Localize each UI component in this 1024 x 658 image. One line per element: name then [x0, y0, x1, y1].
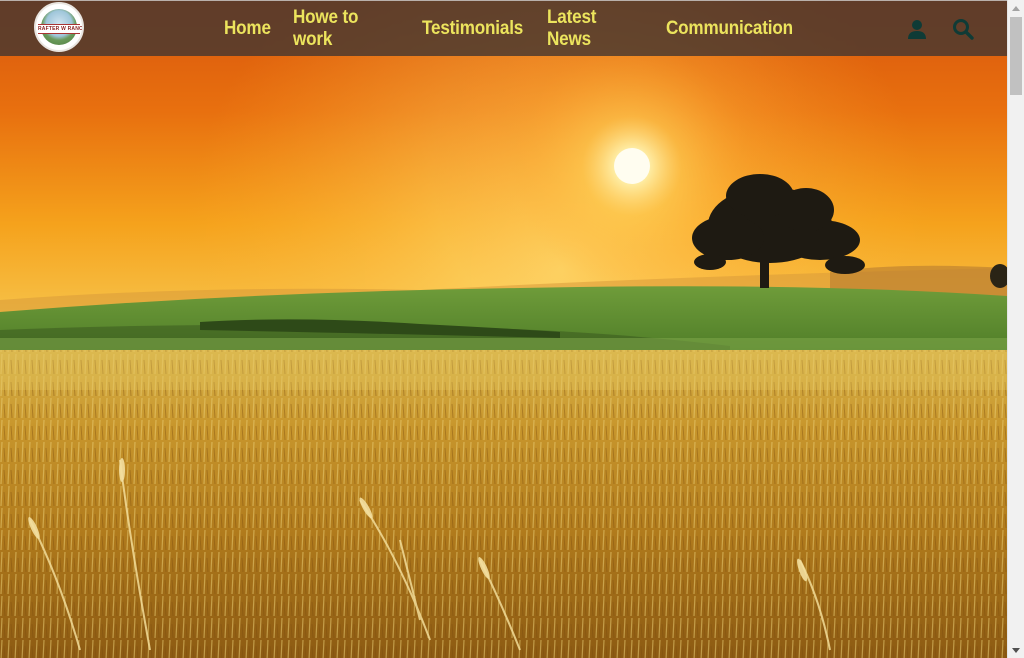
nav-link-home[interactable]: Home [224, 18, 271, 40]
search-icon[interactable] [952, 18, 974, 40]
hero-scene [0, 0, 1007, 658]
nav-link-communication[interactable]: Communication [666, 18, 793, 40]
top-navbar: RAFTER W RANCH Home Howe to work Testimo… [0, 0, 1007, 56]
hero-banner [0, 0, 1007, 658]
site-logo[interactable]: RAFTER W RANCH [34, 2, 84, 52]
logo-text: RAFTER W RANCH [38, 24, 84, 34]
user-icon[interactable] [906, 18, 928, 40]
vertical-scrollbar[interactable] [1007, 0, 1024, 658]
page-viewport: RAFTER W RANCH Home Howe to work Testimo… [0, 0, 1007, 658]
nav-link-testimonials[interactable]: Testimonials [422, 18, 523, 40]
nav-link-how-to-work[interactable]: Howe to work [293, 7, 392, 51]
main-menu: Home Howe to work Testimonials Latest Ne… [224, 1, 815, 57]
scroll-down-arrow-icon[interactable] [1008, 642, 1024, 658]
scrollbar-thumb[interactable] [1010, 17, 1022, 95]
nav-link-latest-news[interactable]: Latest News [547, 7, 637, 51]
scroll-up-arrow-icon[interactable] [1008, 0, 1024, 16]
